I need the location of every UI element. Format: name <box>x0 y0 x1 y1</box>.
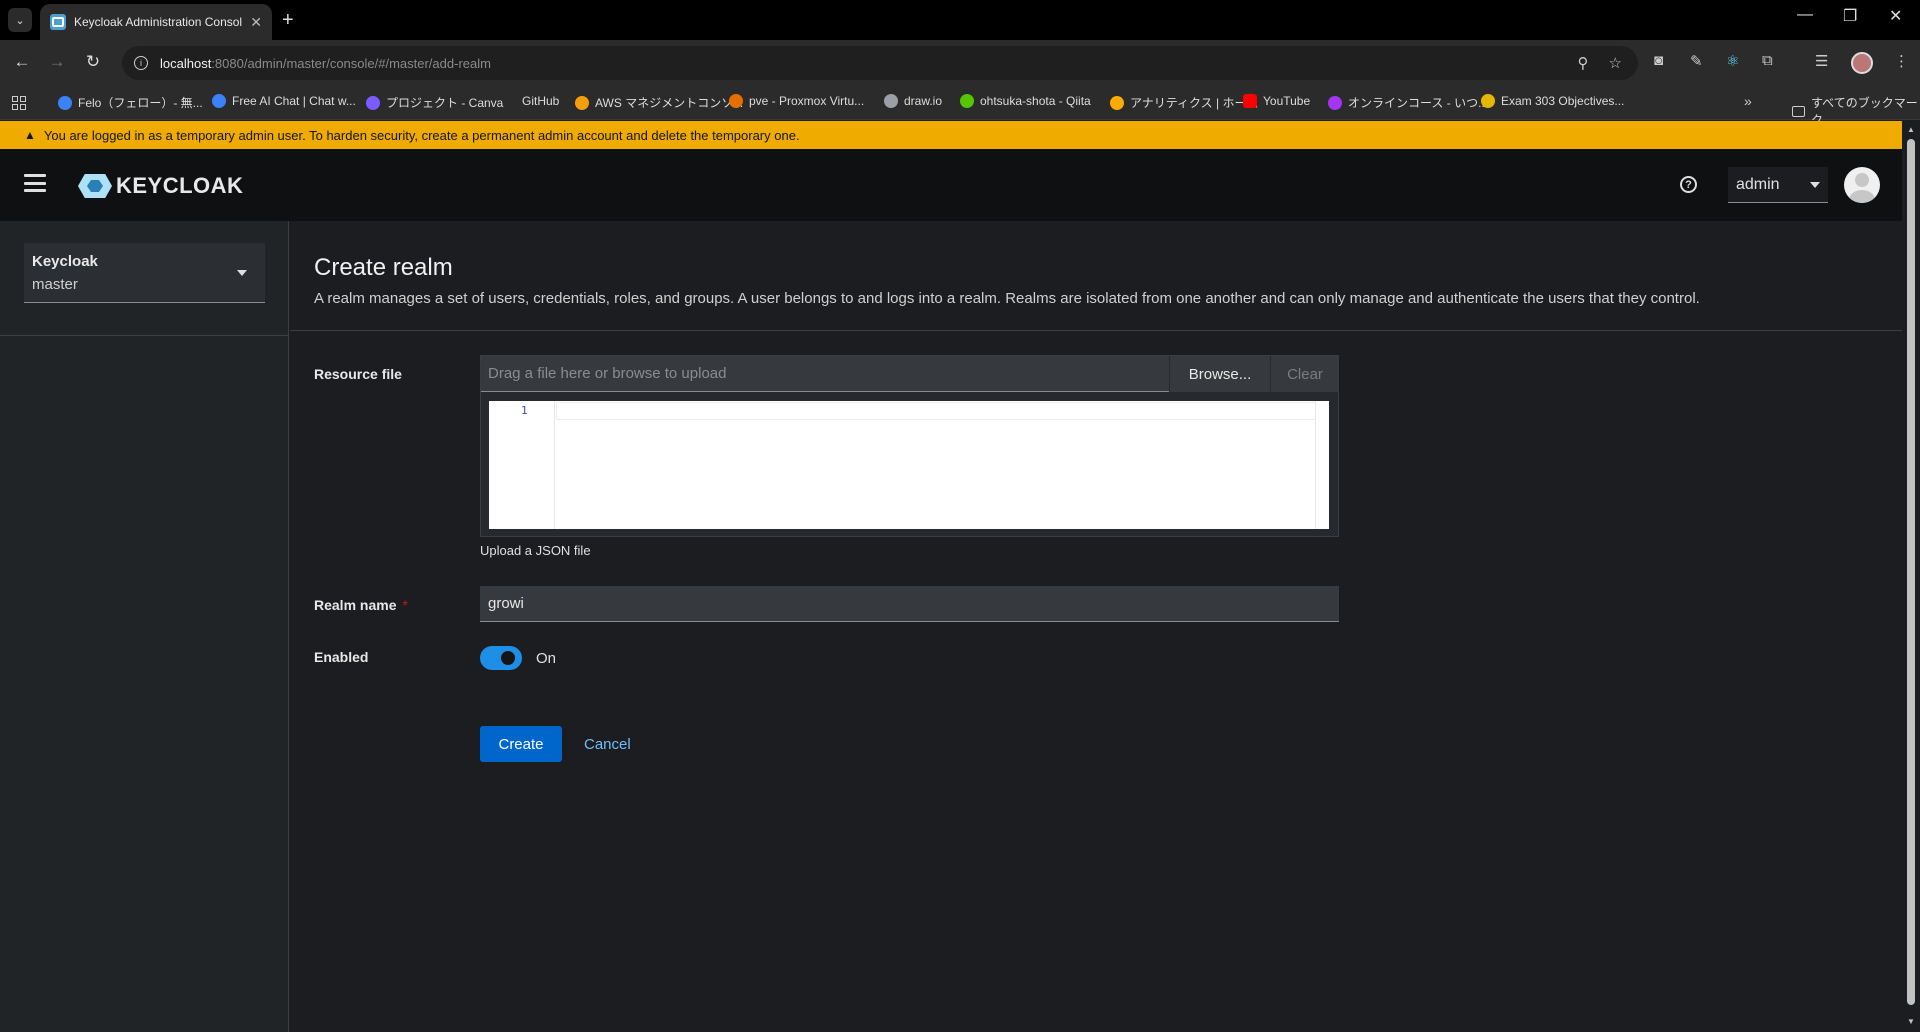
realm-selector-title: Keycloak <box>32 253 98 270</box>
bookmarks-overflow-icon[interactable]: » <box>1744 93 1752 109</box>
bookmark-free-ai-chat[interactable]: Free AI Chat | Chat w... <box>212 94 356 108</box>
react-devtools-icon[interactable]: ⚛ <box>1726 52 1739 70</box>
alert-text: You are logged in as a temporary admin u… <box>43 127 800 143</box>
tab-title: Keycloak Administration Console <box>74 15 243 29</box>
chrome-menu-icon[interactable]: ⋮ <box>1894 52 1909 70</box>
realm-name-input[interactable] <box>480 586 1339 622</box>
back-icon[interactable]: ← <box>11 52 33 72</box>
bookmark-favicon-icon <box>212 94 226 108</box>
site-info-icon[interactable]: i <box>134 56 148 70</box>
scrollbar-thumb[interactable] <box>1907 139 1915 1005</box>
user-dropdown[interactable]: admin <box>1728 167 1828 203</box>
json-code-editor[interactable]: 1 <box>489 401 1329 529</box>
keycloak-logo[interactable]: KEYCLOAK <box>78 173 243 199</box>
restore-icon[interactable]: ❐ <box>1843 6 1857 26</box>
udemy-icon <box>1328 95 1342 110</box>
bookmark-proxmox[interactable]: pve - Proxmox Virtu... <box>729 94 864 108</box>
upload-helper-text: Upload a JSON file <box>480 543 591 558</box>
close-window-icon[interactable]: ✕ <box>1889 6 1902 26</box>
github-icon <box>502 94 516 108</box>
caret-down-icon <box>237 270 247 276</box>
address-bar[interactable]: i localhost:8080/admin/master/console/#/… <box>122 46 1638 80</box>
folder-icon <box>1792 105 1806 117</box>
reload-icon[interactable]: ↻ <box>82 52 104 72</box>
editor-current-line <box>556 402 1316 420</box>
bookmark-github[interactable]: GitHub <box>502 94 559 108</box>
tab-search-icon[interactable]: ⌄ <box>8 8 32 32</box>
bookmark-youtube[interactable]: YouTube <box>1243 94 1310 108</box>
minimize-icon[interactable]: — <box>1797 6 1813 24</box>
aws-icon <box>575 95 589 110</box>
drawio-icon <box>884 94 898 108</box>
warning-icon: ▲ <box>24 128 36 142</box>
hamburger-menu-icon[interactable] <box>24 174 46 192</box>
help-icon[interactable]: ? <box>1680 176 1697 193</box>
profile-avatar-icon[interactable] <box>1851 52 1873 74</box>
realm-selector[interactable]: Keycloak master <box>24 243 265 303</box>
scroll-down-icon[interactable]: ▼ <box>1907 1017 1915 1026</box>
bookmark-qiita[interactable]: ohtsuka-shota - Qiita <box>960 94 1091 108</box>
bookmark-favicon-icon <box>1481 94 1495 108</box>
youtube-icon <box>1243 94 1257 108</box>
new-tab-icon[interactable]: + <box>282 8 294 32</box>
editor-scrollbar[interactable] <box>1315 401 1329 529</box>
media-control-icon[interactable]: ☰ <box>1815 52 1828 70</box>
url-text: localhost:8080/admin/master/console/#/ma… <box>160 55 491 71</box>
required-mark: * <box>402 597 408 613</box>
file-upload: Drag a file here or browse to upload Bro… <box>480 355 1339 537</box>
bookmark-felo[interactable]: Felo（フェロー）- 無... <box>58 94 203 111</box>
bookmark-favicon-icon <box>58 95 72 110</box>
browser-tab-bar: ⌄ Keycloak Administration Console ✕ + — … <box>0 0 1920 40</box>
masthead: KEYCLOAK ? admin <box>0 149 1902 221</box>
bookmarks-bar: Felo（フェロー）- 無... Free AI Chat | Chat w..… <box>0 86 1920 127</box>
browse-button[interactable]: Browse... <box>1170 356 1270 392</box>
apps-grid-icon[interactable] <box>12 96 26 110</box>
cancel-button[interactable]: Cancel <box>584 726 631 762</box>
analytics-icon <box>1110 95 1124 110</box>
sidebar: Keycloak master <box>0 221 289 1032</box>
sidebar-divider <box>0 335 289 336</box>
line-number: 1 <box>521 404 528 417</box>
bookmark-canva[interactable]: プロジェクト - Canva <box>366 94 503 111</box>
page-title: Create realm <box>314 254 453 281</box>
temporary-admin-alert: ▲ You are logged in as a temporary admin… <box>0 121 1902 149</box>
zoom-icon[interactable]: ⚲ <box>1578 54 1589 72</box>
proxmox-icon <box>729 94 743 108</box>
bookmark-favicon-icon <box>366 95 380 110</box>
browser-toolbar: ← → ↻ i localhost:8080/admin/master/cons… <box>0 40 1920 86</box>
resource-file-label: Resource file <box>314 366 402 382</box>
page-scrollbar[interactable]: ▲ ▼ <box>1902 121 1920 1032</box>
enabled-switch-label: On <box>536 650 557 667</box>
bookmark-analytics[interactable]: アナリティクス | ホーム <box>1110 94 1258 111</box>
user-name: admin <box>1736 175 1780 193</box>
user-avatar[interactable] <box>1844 167 1880 203</box>
clear-button[interactable]: Clear <box>1271 356 1339 392</box>
caret-down-icon <box>1810 181 1820 188</box>
browser-tab[interactable]: Keycloak Administration Console ✕ <box>40 4 272 40</box>
forward-icon[interactable]: → <box>46 52 68 72</box>
camera-extension-icon[interactable]: ◙ <box>1654 52 1663 69</box>
bookmark-aws[interactable]: AWS マネジメントコンソ... <box>575 94 743 111</box>
create-button[interactable]: Create <box>480 726 562 762</box>
eyedropper-extension-icon[interactable]: ✎ <box>1690 52 1703 70</box>
page-description: A realm manages a set of users, credenti… <box>314 290 1700 307</box>
main-content: Create realm A realm manages a set of us… <box>290 221 1902 1032</box>
realm-selector-value: master <box>32 276 78 293</box>
page-header: Create realm A realm manages a set of us… <box>290 221 1902 331</box>
keycloak-logo-icon <box>78 174 112 198</box>
extensions-puzzle-icon[interactable]: ⧉ <box>1762 52 1773 69</box>
keycloak-favicon-icon <box>50 14 66 30</box>
bookmark-star-icon[interactable]: ☆ <box>1609 54 1622 72</box>
bookmark-exam-303[interactable]: Exam 303 Objectives... <box>1481 94 1624 108</box>
enabled-label: Enabled <box>314 649 369 665</box>
tab-close-icon[interactable]: ✕ <box>250 14 262 31</box>
realm-name-label: Realm name * <box>314 597 408 613</box>
bookmark-drawio[interactable]: draw.io <box>884 94 942 108</box>
qiita-icon <box>960 94 974 108</box>
enabled-switch[interactable] <box>480 646 522 670</box>
editor-gutter: 1 <box>489 401 555 529</box>
file-drop-input[interactable]: Drag a file here or browse to upload <box>481 356 1169 392</box>
bookmark-udemy[interactable]: オンラインコース - いつ... <box>1328 94 1488 111</box>
scroll-up-icon[interactable]: ▲ <box>1907 125 1915 134</box>
